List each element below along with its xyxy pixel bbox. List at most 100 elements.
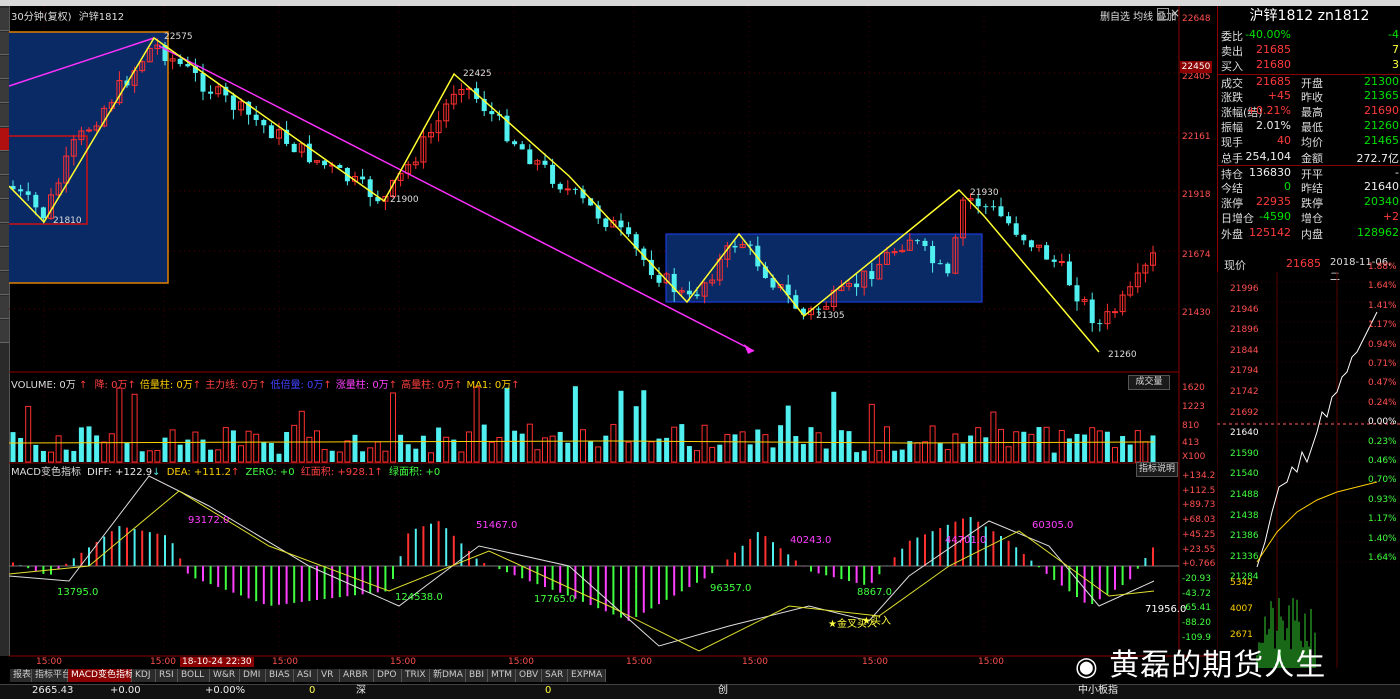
- period-label[interactable]: 30分钟(复权): [11, 12, 72, 23]
- indicator-tab[interactable]: DMI: [240, 669, 266, 682]
- intraday-right-label: 1.64%: [1368, 281, 1397, 292]
- macd-value-label: 17765.0: [534, 594, 576, 605]
- price-highlight: 22450: [1180, 61, 1212, 73]
- quote-row: 涨跌 +45 昨收 21365: [1218, 89, 1400, 104]
- rail-tab[interactable]: [0, 296, 9, 319]
- rail-tab[interactable]: [0, 104, 9, 127]
- quote-value: 21465: [1364, 134, 1399, 148]
- rail-tab[interactable]: [0, 32, 9, 55]
- time-axis-label: 15:00: [742, 657, 768, 667]
- quote-value: -4590: [1259, 210, 1291, 224]
- indicator-tab[interactable]: KDJ: [132, 669, 156, 682]
- quote-label: 卖出: [1221, 45, 1243, 59]
- rail-tab-active[interactable]: [0, 128, 9, 151]
- indicator-tab[interactable]: 新DMA: [430, 669, 466, 682]
- rail-tab[interactable]: [0, 320, 9, 343]
- intraday-left-label: 21540: [1230, 469, 1259, 480]
- close-icon[interactable]: ×: [1170, 6, 1180, 20]
- indicator-tab[interactable]: 报表: [10, 669, 32, 682]
- price-annotation: 22575: [164, 32, 193, 42]
- quote-value: 3: [1392, 58, 1399, 72]
- indicator-tab[interactable]: W&R: [210, 669, 240, 682]
- intraday-right-label: 1.17%: [1368, 320, 1397, 331]
- quote-value: 20340: [1364, 195, 1399, 209]
- indicator-tab[interactable]: BOLL: [178, 669, 210, 682]
- volume-bars: [9, 386, 1156, 463]
- arrow-up-icon: ↑: [127, 380, 136, 391]
- macd-title: MACD变色指标: [11, 467, 81, 478]
- intraday-right-label: 1.64%: [1368, 553, 1397, 563]
- kline-chart[interactable]: [9, 6, 1217, 668]
- quote-row: 振幅 2.01% 最低 21260: [1218, 119, 1400, 134]
- macd-value-label: 8867.0: [857, 587, 892, 598]
- rail-tab[interactable]: [0, 56, 9, 79]
- macd-axis-label: -88.20: [1182, 618, 1212, 628]
- quote-value: +2: [1382, 210, 1399, 224]
- rail-tab[interactable]: [0, 200, 9, 223]
- indicator-tab[interactable]: SAR: [542, 669, 568, 682]
- quote-label: 外盘: [1221, 227, 1243, 241]
- price-value: 21685: [1286, 257, 1321, 270]
- quote-value: 7: [1392, 43, 1399, 57]
- indicator-tab[interactable]: VR: [318, 669, 340, 682]
- arrow-up-icon: ↑: [374, 467, 383, 478]
- zxb-label[interactable]: 中小板指: [1078, 684, 1118, 698]
- indicator-tab[interactable]: ARBR: [340, 669, 374, 682]
- price-axis-label: 21430: [1182, 308, 1211, 318]
- macd-axis-label: -43.72: [1182, 588, 1212, 599]
- rail-tab[interactable]: [0, 176, 9, 199]
- shen-label[interactable]: 深: [356, 684, 366, 698]
- indicator-tab[interactable]: RSI: [156, 669, 178, 682]
- rail-tab[interactable]: [0, 224, 9, 247]
- rail-tab[interactable]: [0, 248, 9, 271]
- intraday-left-label: 21692: [1230, 407, 1259, 418]
- volume-button[interactable]: 成交量: [1128, 375, 1170, 390]
- intraday-right-label: 0.71%: [1368, 359, 1397, 369]
- indicator-tab[interactable]: BIAS: [266, 669, 294, 682]
- macd-axis-label: +0.766: [1182, 559, 1216, 570]
- arrow-up-icon: ↑: [454, 380, 463, 391]
- chart-header: 30分钟(复权) 沪锌1812: [11, 8, 124, 23]
- indicator-tab[interactable]: MTM: [488, 669, 516, 682]
- quote-value: +0.21%: [1246, 104, 1291, 117]
- indicator-tab[interactable]: OBV: [516, 669, 542, 682]
- rail-tab[interactable]: [0, 80, 9, 103]
- macd-histogram: [9, 475, 1155, 652]
- rail-tab[interactable]: [0, 272, 9, 295]
- intraday-right-label: 0.70%: [1368, 475, 1397, 486]
- time-axis-label: 15:00: [150, 657, 176, 667]
- chuang-label[interactable]: 创: [718, 684, 728, 698]
- intraday-right-label: 1.40%: [1368, 533, 1397, 544]
- quote-value: 272.7亿: [1356, 151, 1400, 165]
- intraday-right-label: 0.93%: [1368, 494, 1397, 505]
- indicator-tab[interactable]: 指标平台: [32, 669, 71, 682]
- indicator-tab[interactable]: BBI: [466, 669, 488, 682]
- rail-tab[interactable]: [0, 152, 9, 175]
- intraday-right-label: 0.46%: [1368, 456, 1397, 466]
- time-axis-label: 15:00: [390, 657, 416, 667]
- volume-axis-label: 413: [1182, 438, 1200, 448]
- quote-value: 21260: [1364, 119, 1399, 133]
- volume-legend-item: 降: 0万: [94, 380, 128, 391]
- rail-tab[interactable]: [0, 8, 9, 31]
- macd-axis-label: +134.2: [1182, 471, 1216, 481]
- maximize-icon[interactable]: [1157, 8, 1169, 20]
- quote-value: 128962: [1357, 225, 1399, 239]
- volume-legend-item: 涨量柱: 0万: [335, 380, 389, 391]
- quote-label: 均价: [1301, 136, 1323, 150]
- intraday-left-label: 4007: [1230, 604, 1253, 614]
- quote-label: 内盘: [1301, 227, 1323, 241]
- quote-value: 40: [1277, 134, 1291, 148]
- indicator-tab[interactable]: EXPMA: [568, 669, 606, 682]
- price-annotation: 21305: [816, 311, 845, 321]
- intraday-left-label: 5342: [1230, 578, 1253, 588]
- indicator-tab[interactable]: DPO: [374, 669, 402, 682]
- indicator-tab[interactable]: TRIX: [402, 669, 430, 682]
- indicator-tab[interactable]: MACD变色指标: [68, 669, 134, 682]
- indicator-help-button[interactable]: 指标说明: [1136, 462, 1178, 477]
- macd-value-label: 93172.0: [188, 515, 230, 526]
- quote-row: 现手 40 均价 21465: [1218, 134, 1400, 149]
- quote-value: 254,104: [1245, 149, 1292, 163]
- arrow-up-icon: ↑: [388, 380, 398, 391]
- indicator-tab[interactable]: ASI: [294, 669, 318, 682]
